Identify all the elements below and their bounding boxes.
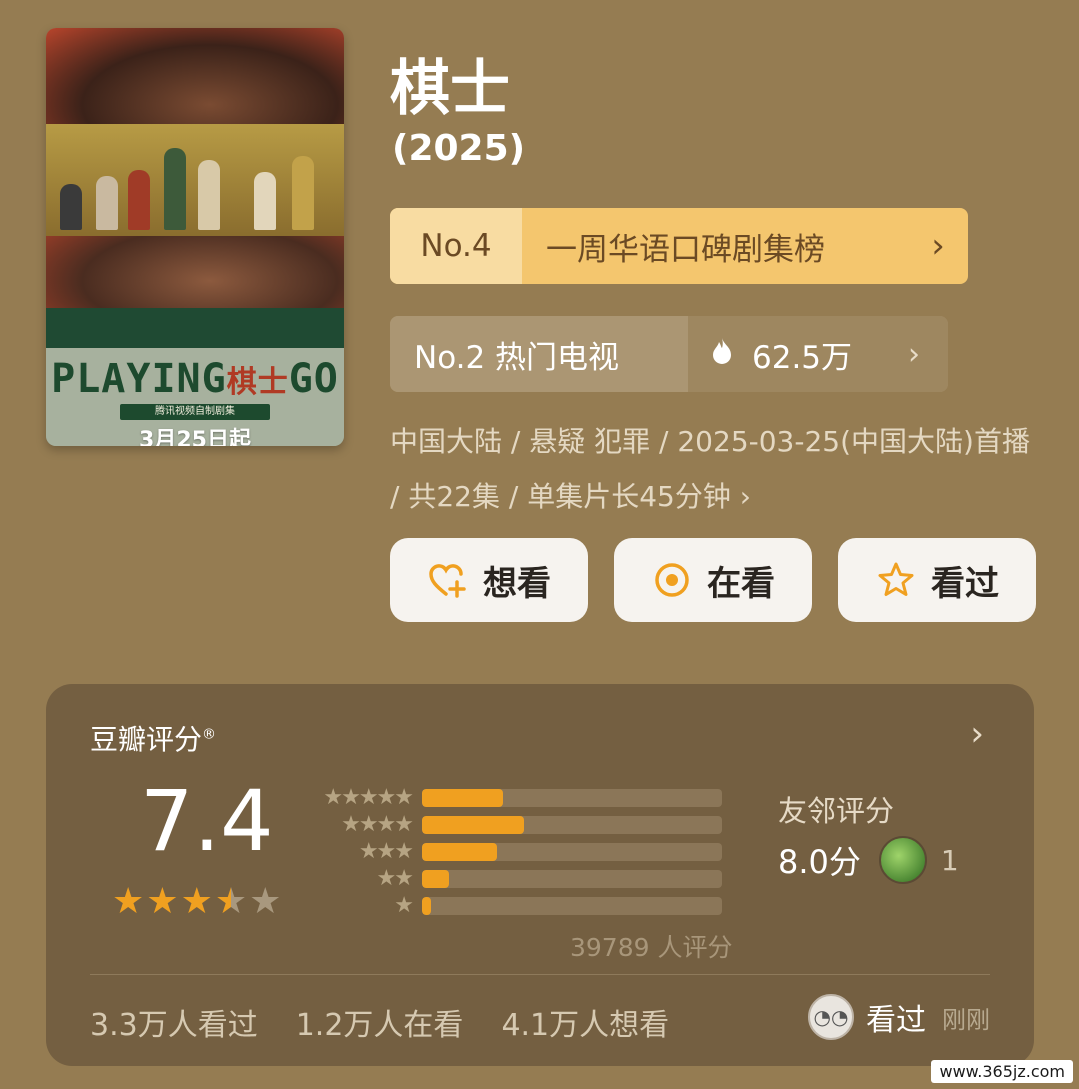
rank-weekly-chart-button[interactable]: No.4 一周华语口碑剧集榜 ›: [390, 208, 968, 284]
distribution-row: ★★: [310, 865, 722, 892]
show-title: 棋士: [390, 54, 510, 124]
avatar: ◔◔: [808, 994, 854, 1040]
watched-button[interactable]: 看过: [838, 538, 1036, 622]
distribution-bar: [422, 896, 722, 915]
heat-indicator: 62.5万 ›: [688, 316, 948, 392]
show-year: (2025): [392, 128, 526, 169]
recent-time: 刚刚: [942, 1005, 990, 1034]
rating-star-icon: ★: [112, 881, 145, 922]
rating-stars: ★ ★ ★ ★ ★: [112, 884, 281, 920]
target-icon: [651, 559, 693, 601]
watched-label: 看过: [931, 563, 999, 604]
rating-star-icon: ★: [180, 881, 213, 922]
star-outline-icon: [875, 559, 917, 601]
stat-watched: 3.3万人看过: [90, 1008, 258, 1043]
vote-count: 39789 人评分: [570, 933, 733, 962]
divider: [90, 974, 990, 975]
poster-strip: 腾讯视频自制剧集: [120, 404, 270, 420]
distribution-row: ★: [310, 892, 722, 919]
stat-watching: 1.2万人在看: [295, 1008, 464, 1043]
rating-title: 豆瓣评分®: [90, 723, 217, 756]
action-buttons: 想看 在看 看过: [390, 538, 1036, 622]
distribution-stars: ★★★★: [341, 812, 414, 837]
distribution-stars: ★★★: [358, 839, 414, 864]
distribution-bar-fill: [422, 842, 497, 861]
distribution-stars: ★: [394, 893, 414, 918]
chevron-right-icon: ›: [931, 226, 945, 266]
distribution-bar-fill: [422, 788, 503, 807]
friend-rating-score: 8.0分: [778, 843, 861, 881]
rank-hot-tv-button[interactable]: No.2 热门电视 62.5万 ›: [390, 316, 948, 392]
chevron-right-icon[interactable]: ›: [970, 714, 984, 754]
distribution-bar: [422, 788, 722, 807]
want-to-watch-button[interactable]: 想看: [390, 538, 588, 622]
distribution-stars: ★★: [376, 866, 414, 891]
distribution-bar-fill: [422, 896, 431, 915]
recent-activity[interactable]: ◔◔ 看过 刚刚: [808, 994, 990, 1040]
recent-action: 看过: [866, 1003, 926, 1038]
friend-rating[interactable]: 8.0分 1: [778, 836, 959, 884]
heart-plus-icon: [427, 559, 469, 601]
distribution-bar: [422, 842, 722, 861]
heat-value: 62.5万: [752, 339, 853, 376]
fire-icon: [710, 337, 734, 372]
rating-star-icon: ★: [146, 881, 179, 922]
rating-distribution: ★★★★★ ★★★★ ★★★ ★★ ★: [310, 784, 722, 919]
watching-label: 在看: [707, 563, 775, 604]
poster-group-scene: [46, 124, 344, 236]
friend-rating-label: 友邻评分: [778, 794, 895, 828]
distribution-bar: [422, 869, 722, 888]
stat-want: 4.1万人想看: [501, 1008, 670, 1043]
chevron-right-icon: ›: [908, 336, 920, 372]
friend-avatar: [878, 836, 927, 884]
want-to-watch-label: 想看: [483, 563, 551, 604]
poster-title: PLAYING棋士GO: [51, 356, 339, 402]
rating-star-icon: ★: [214, 881, 248, 922]
watch-stats: 3.3万人看过 1.2万人在看 4.1万人想看: [90, 1000, 669, 1044]
rank-hot-label: No.2 热门电视: [390, 316, 688, 392]
poster-lower-panel: PLAYING棋士GO 腾讯视频自制剧集 3月25日起: [46, 348, 344, 446]
douban-rating-panel[interactable]: 豆瓣评分® › 7.4 ★ ★ ★ ★ ★ ★★★★★ ★★★★ ★★★ ★★ ★ 39789 …: [46, 684, 1034, 1066]
distribution-row: ★★★: [310, 838, 722, 865]
distribution-bar-fill: [422, 869, 449, 888]
poster-image[interactable]: PLAYING棋士GO 腾讯视频自制剧集 3月25日起: [46, 28, 344, 446]
distribution-row: ★★★★★: [310, 784, 722, 811]
distribution-bar-fill: [422, 815, 524, 834]
rating-star-icon: ★: [249, 881, 282, 922]
distribution-row: ★★★★: [310, 811, 722, 838]
watermark: www.365jz.com: [931, 1060, 1073, 1083]
show-meta-info[interactable]: 中国大陆 / 悬疑 犯罪 / 2025-03-25(中国大陆)首播 / 共22集…: [390, 414, 1040, 524]
distribution-bar: [422, 815, 722, 834]
chevron-right-icon: ›: [739, 480, 751, 513]
rating-score: 7.4: [140, 772, 274, 870]
poster-bottom-face: [46, 236, 344, 348]
distribution-stars: ★★★★★: [323, 785, 414, 810]
watching-button[interactable]: 在看: [614, 538, 812, 622]
meta-text: 中国大陆 / 悬疑 犯罪 / 2025-03-25(中国大陆)首播 / 共22集…: [390, 425, 1030, 513]
rank-number: No.4: [390, 208, 522, 284]
poster-top-face: [46, 28, 344, 124]
poster-date: 3月25日起: [139, 428, 251, 446]
rank-label: 一周华语口碑剧集榜: [546, 231, 825, 268]
friend-count: 1: [940, 843, 959, 877]
